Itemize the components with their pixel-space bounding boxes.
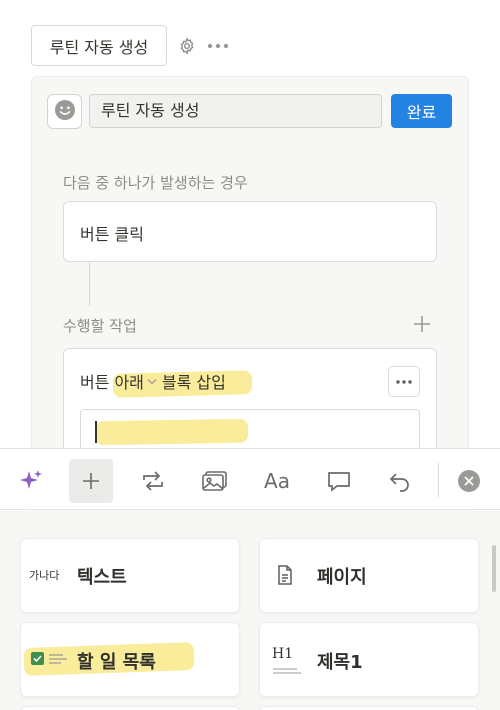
page-icon: [277, 565, 293, 589]
plus-icon[interactable]: [69, 459, 113, 503]
flow-connector-line: [89, 262, 90, 306]
action-prefix: 버튼: [80, 373, 110, 392]
more-dots-icon[interactable]: [207, 36, 229, 56]
text-style-icon[interactable]: Aa: [255, 459, 299, 503]
scrollbar[interactable]: [492, 545, 496, 592]
trigger-section-label: 다음 중 하나가 발생하는 경우: [63, 174, 248, 192]
gear-icon[interactable]: [177, 36, 197, 56]
block-option-partial[interactable]: [259, 706, 479, 710]
action-description: 버튼 아래 블록 삽입: [80, 369, 226, 393]
block-option-label: 텍스트: [77, 567, 127, 588]
turn-into-icon[interactable]: [131, 459, 175, 503]
editing-toolbar: Aa: [0, 448, 500, 510]
block-option-label: 제목1: [317, 652, 363, 673]
toolbar-divider: [438, 463, 439, 497]
comment-icon[interactable]: [317, 459, 361, 503]
heading1-icon: H1: [272, 647, 302, 680]
action-suffix: 블록 삽입: [161, 373, 226, 392]
position-option: 아래: [114, 373, 144, 392]
close-icon[interactable]: [447, 459, 491, 503]
position-dropdown[interactable]: 아래: [114, 369, 159, 393]
trigger-value: 버튼 클릭: [80, 225, 144, 244]
image-icon[interactable]: [193, 459, 237, 503]
text-block-icon: 가나다: [29, 569, 60, 582]
routine-title: 루틴 자동 생성: [49, 37, 149, 57]
action-section-label: 수행할 작업: [63, 317, 137, 335]
emoji-picker-button[interactable]: [47, 94, 82, 129]
more-dots-icon: [396, 379, 412, 384]
ai-sparkle-icon[interactable]: [9, 459, 53, 503]
routine-title-chip[interactable]: 루틴 자동 생성: [31, 25, 167, 66]
block-option-label: 페이지: [317, 567, 367, 588]
done-button[interactable]: 완료: [391, 94, 452, 128]
block-option-partial[interactable]: [20, 706, 240, 710]
add-action-plus-icon[interactable]: [411, 313, 433, 335]
automation-name-input[interactable]: 루틴 자동 생성: [89, 94, 382, 128]
undo-icon[interactable]: [378, 459, 422, 503]
chevron-down-icon: [147, 374, 157, 388]
text-caret: [95, 421, 97, 443]
action-more-button[interactable]: [388, 366, 420, 397]
todo-checkbox-icon: [30, 651, 70, 671]
smiley-face-icon: [54, 99, 76, 125]
block-content-input[interactable]: [80, 409, 420, 453]
block-option-label: 할 일 목록: [77, 652, 156, 673]
